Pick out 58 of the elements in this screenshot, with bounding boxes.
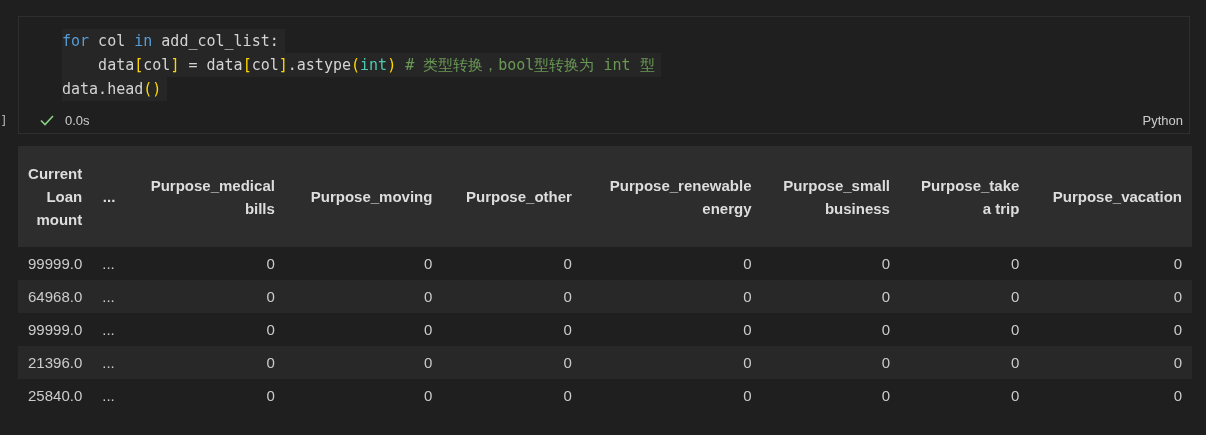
table-cell: 0 [581,346,762,379]
table-cell: 0 [1029,379,1192,412]
table-cell: 0 [761,280,900,313]
table-cell: ... [92,379,126,412]
table-cell: 0 [284,379,443,412]
table-cell: 0 [899,379,1030,412]
table-cell: 0 [284,313,443,346]
table-cell: 0 [442,247,582,280]
column-header: Purpose_small business [761,146,900,247]
table-cell: 0 [442,379,582,412]
column-header: Purpose_medical bills [125,146,285,247]
table-cell: 99999.0 [18,247,93,280]
table-cell: 21396.0 [18,346,93,379]
table-cell: 0 [1029,247,1192,280]
table-cell: 0 [581,379,762,412]
table-cell: 0 [581,313,762,346]
table-cell: 0 [899,280,1030,313]
table-cell: 64968.0 [18,280,93,313]
table-cell: 0 [761,313,900,346]
column-header: Purpose_other [442,146,582,247]
table-cell: 0 [1029,346,1192,379]
table-cell: 99999.0 [18,313,93,346]
column-header: Purpose_moving [284,146,443,247]
table-cell: 0 [125,247,285,280]
table-cell: ... [92,346,126,379]
table-cell: 0 [581,280,762,313]
table-cell: 0 [761,346,900,379]
table-cell: 0 [761,379,900,412]
table-cell: 0 [284,280,443,313]
table-cell: 0 [581,247,762,280]
table-cell: 0 [1029,280,1192,313]
execution-bracket: ] [0,113,9,130]
table-cell: 0 [442,346,582,379]
table-cell: 0 [442,313,582,346]
table-cell: 0 [125,379,285,412]
execution-time: 0.0s [65,112,91,128]
table-cell: 0 [125,280,285,313]
code-cell[interactable]: for col in add_col_list: data[col] = data[col].astype(int) # 类型转换，bool型转换为 int 型 data.head() 0.0s Python [18,16,1190,134]
table-cell: ... [92,247,126,280]
column-header: ... [92,146,126,247]
table-cell: 0 [125,313,285,346]
table-cell: 0 [899,346,1030,379]
column-header: Purpose_take a trip [899,146,1030,247]
column-header: Current Loan mount [18,146,93,247]
table-cell: 0 [899,313,1030,346]
table-cell: 0 [284,247,443,280]
table-cell: 0 [761,247,900,280]
table-cell: 25840.0 [18,379,93,412]
column-header: Purpose_renewable energy [581,146,762,247]
table-cell: 0 [1029,313,1192,346]
table-cell: ... [92,313,126,346]
table-cell: ... [92,280,126,313]
table-cell: 0 [125,346,285,379]
column-header: Purpose_vacation [1029,146,1192,247]
table-cell: 0 [284,346,443,379]
table-cell: 0 [899,247,1030,280]
kernel-language[interactable]: Python [1142,112,1183,128]
table-cell: 0 [442,280,582,313]
